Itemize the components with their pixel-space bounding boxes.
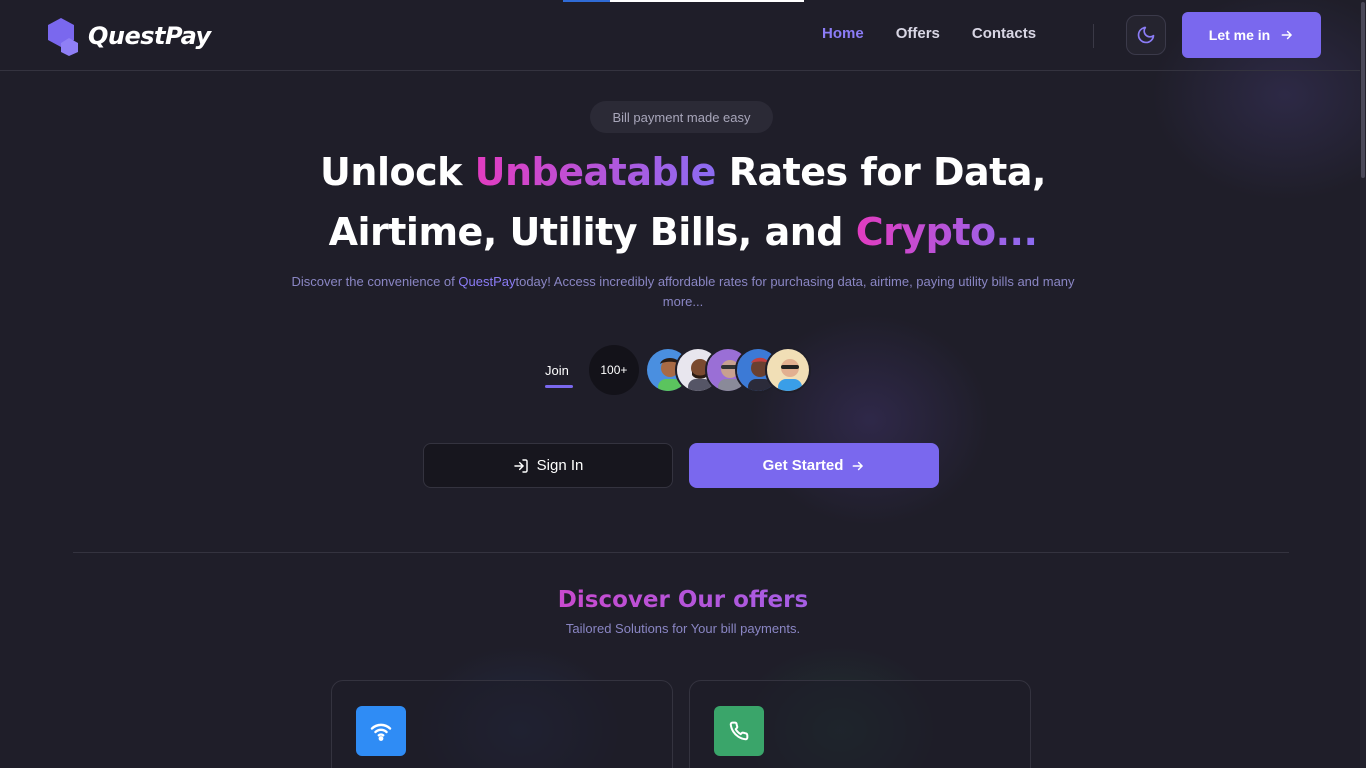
hero-description: Discover the convenience of QuestPaytoda… xyxy=(280,272,1086,312)
theme-toggle-button[interactable] xyxy=(1126,15,1166,55)
tagline-pill: Bill payment made easy xyxy=(590,101,773,133)
arrow-right-icon xyxy=(852,461,864,470)
arrow-right-icon xyxy=(1281,30,1293,40)
nav-home[interactable]: Home xyxy=(822,25,864,42)
join-label: Join xyxy=(545,362,573,388)
headline-part-2: Rates for Data, xyxy=(715,150,1047,194)
headline-part-3: Airtime, Utility Bills, and xyxy=(328,210,856,254)
let-me-in-label: Let me in xyxy=(1208,27,1271,43)
offers-subtitle: Tailored Solutions for Your bill payment… xyxy=(565,621,801,636)
top-navbar: QuestPay Home Offers Contacts Let me in xyxy=(0,0,1360,71)
description-after: today! Access incredibly affordable rate… xyxy=(515,274,1075,309)
headline-part-1: Unlock xyxy=(320,150,475,194)
join-community-row: Join 100+ xyxy=(545,344,811,396)
description-brand: QuestPay xyxy=(458,274,516,289)
moon-icon xyxy=(1137,26,1155,44)
headline-highlight-1: Unbeatable xyxy=(474,150,717,194)
get-started-button[interactable]: Get Started xyxy=(689,443,939,488)
brand-logo[interactable]: QuestPay xyxy=(44,16,211,56)
offer-card-airtime[interactable] xyxy=(689,680,1031,768)
headline-highlight-2: Crypto... xyxy=(855,210,1038,254)
description-before: Discover the convenience of xyxy=(291,274,459,289)
section-divider xyxy=(73,552,1289,553)
scrollbar-thumb[interactable] xyxy=(1361,2,1365,178)
wifi-icon xyxy=(356,706,406,756)
let-me-in-button[interactable]: Let me in xyxy=(1182,12,1321,58)
avatar-stack xyxy=(644,347,811,393)
nav-divider xyxy=(1093,24,1094,48)
sign-in-label: Sign In xyxy=(536,457,584,474)
sign-in-button[interactable]: Sign In xyxy=(423,443,673,488)
nav-offers[interactable]: Offers xyxy=(896,25,940,42)
offers-title: Discover Our offers xyxy=(383,587,983,613)
login-icon xyxy=(513,458,528,473)
brand-name: QuestPay xyxy=(88,22,211,50)
page: QuestPay Home Offers Contacts Let me in … xyxy=(0,0,1366,768)
nav-contacts[interactable]: Contacts xyxy=(972,25,1036,42)
hexagon-logo-icon xyxy=(48,18,78,56)
page-scrollbar[interactable] xyxy=(1360,0,1366,768)
user-count-badge: 100+ xyxy=(588,345,639,395)
avatar xyxy=(764,347,811,393)
hero-headline: Unlock Unbeatable Rates for Data, Airtim… xyxy=(183,142,1183,262)
get-started-label: Get Started xyxy=(762,457,844,474)
main-nav: Home Offers Contacts xyxy=(822,25,1068,42)
phone-icon xyxy=(714,706,764,756)
offer-card-data[interactable] xyxy=(331,680,673,768)
